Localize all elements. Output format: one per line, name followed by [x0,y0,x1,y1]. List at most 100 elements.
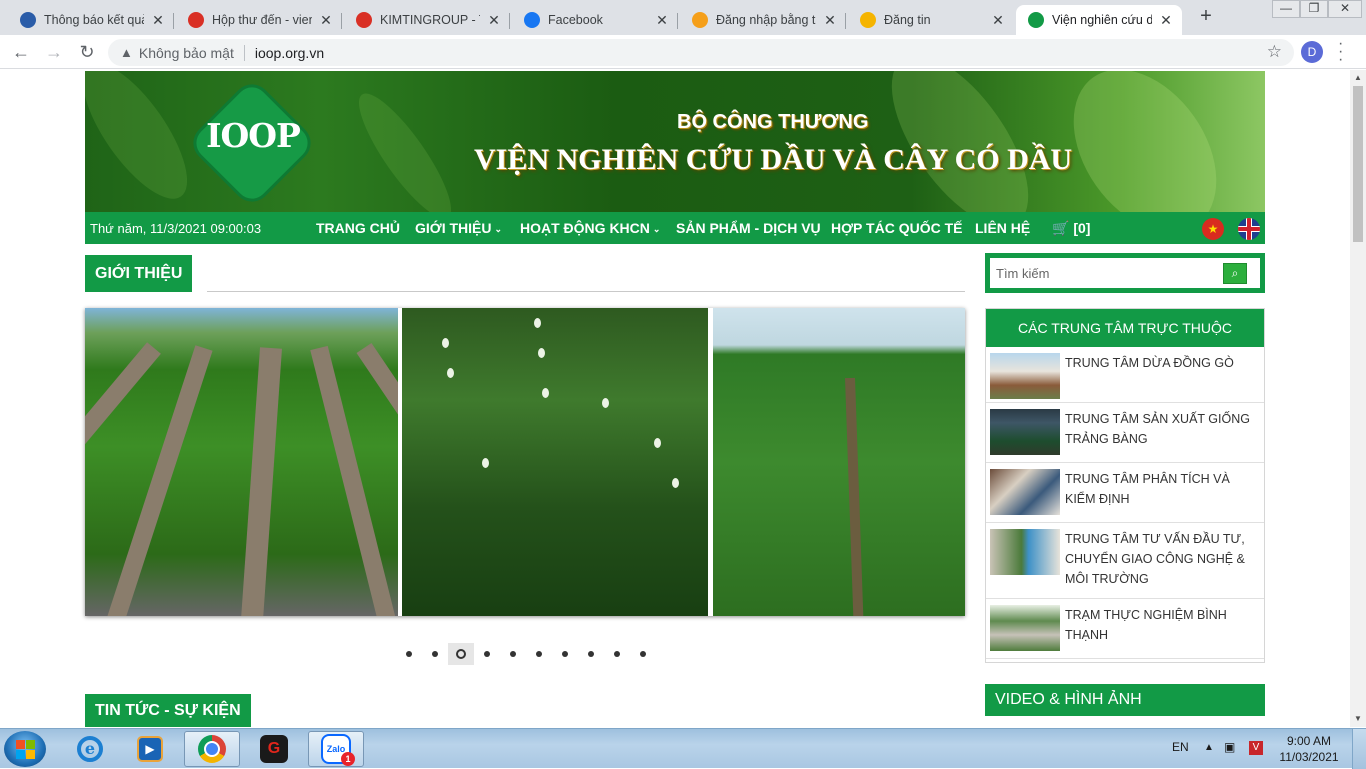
center-thumbnail[interactable] [990,529,1060,575]
tray-expand-icon[interactable]: ▲ [1204,742,1214,753]
center-thumbnail[interactable] [990,353,1060,399]
slider-dot[interactable] [630,643,656,665]
slider-dot[interactable] [396,643,422,665]
forward-arrow-icon[interactable]: → [42,41,66,63]
nav-item-science-activities[interactable]: HOẠT ĐỘNG KHCN ⌄ [520,220,660,236]
windows-logo-piece [16,750,25,759]
browser-tab[interactable]: Hộp thư đến - vienc ✕ [176,5,342,35]
center-link[interactable]: TRUNG TÂM DỪA ĐỒNG GÒ [1065,353,1255,373]
url-text[interactable]: ioop.org.vn [255,45,324,61]
center-item[interactable]: TRUNG TÂM PHÂN TÍCH VÀ KIỂM ĐỊNH [986,463,1264,523]
slider-dot[interactable] [526,643,552,665]
nav-item-home[interactable]: TRANG CHỦ [316,220,400,236]
browser-tab-title: Viện nghiên cứu dầ [1052,13,1152,27]
security-label[interactable]: Không bảo mật [139,45,234,61]
center-thumbnail[interactable] [990,469,1060,515]
reload-icon[interactable]: ↻ [75,41,99,63]
search-input[interactable] [990,258,1220,288]
center-link[interactable]: TRUNG TÂM SẢN XUẤT GIỐNG TRẢNG BÀNG [1065,409,1255,449]
field-path [845,377,867,616]
center-item[interactable]: TRUNG TÂM TƯ VẤN ĐẦU TƯ, CHUYỂN GIAO CÔN… [986,523,1264,599]
profile-avatar[interactable]: D [1301,41,1323,63]
center-item[interactable]: TRẠM THỰC NGHIỆM BÌNH THẠNH [986,599,1264,659]
banner-leaf-decoration [865,71,1055,212]
close-tab-icon[interactable]: ✕ [1158,12,1174,29]
clock-date: 11/03/2021 [1279,750,1339,764]
nav-item-international-cooperation[interactable]: HỢP TÁC QUỐC TẾ [831,220,962,236]
tot-icon [860,12,876,28]
browser-tab[interactable]: Viện nghiên cứu dầ ✕ [1016,5,1182,35]
field-path [236,347,282,616]
browser-menu-icon[interactable]: · · · [1338,36,1348,68]
slider-pagination [396,643,656,665]
close-tab-icon[interactable]: ✕ [318,12,334,29]
site-banner: IOOP BỘ CÔNG THƯƠNG VIỆN NGHIÊN CỨU DẦU … [85,71,1265,212]
slider-dot[interactable] [552,643,578,665]
browser-tab[interactable]: KIMTINGROUP - TH ✕ [344,5,510,35]
close-tab-icon[interactable]: ✕ [486,12,502,29]
restore-button[interactable]: ❐ [1300,0,1328,18]
antivirus-tray-icon[interactable]: V [1249,741,1263,755]
browser-tab[interactable]: Facebook ✕ [512,5,678,35]
browser-tab[interactable]: Đăng tin ✕ [848,5,1014,35]
browser-tab-title: Đăng tin [884,13,931,27]
search-icon[interactable]: ⌕ [1223,263,1247,284]
show-desktop-button[interactable] [1352,729,1366,769]
taskbar-media-player[interactable]: ▶ [122,731,178,767]
network-icon[interactable]: ▣ [1224,740,1235,754]
bookmark-star-icon[interactable]: ☆ [1267,42,1282,62]
image-slider[interactable] [85,308,965,616]
nav-item-label: HOẠT ĐỘNG KHCN [520,220,650,236]
slider-dot[interactable] [422,643,448,665]
warning-triangle-icon[interactable]: ▲ [120,45,133,60]
slider-dot[interactable] [578,643,604,665]
slider-dot[interactable] [448,643,474,665]
cart-link[interactable]: 🛒 [0] [1052,220,1090,237]
page-scrollbar[interactable]: ▲ ▼ [1350,70,1366,727]
new-tab-button[interactable]: + [1195,6,1217,28]
center-item[interactable]: TRUNG TÂM DỪA ĐỒNG GÒ [986,347,1264,403]
nav-item-about[interactable]: GIỚI THIỆU ⌄ [415,220,502,236]
intro-heading-label: GIỚI THIỆU [95,264,183,282]
scrollbar-thumb[interactable] [1353,86,1363,242]
slider-dot[interactable] [500,643,526,665]
back-arrow-icon[interactable]: ← [9,41,33,63]
nav-item-products-services[interactable]: SẢN PHẨM - DỊCH VỤ [676,220,821,236]
browser-tab[interactable]: Đăng nhập bằng tà ✕ [680,5,846,35]
site-logo-text[interactable]: IOOP [193,116,313,155]
browser-tab-title: KIMTINGROUP - TH [380,13,480,27]
chevron-down-icon: ⌄ [652,224,661,234]
intro-heading: GIỚI THIỆU [85,255,193,292]
english-flag-icon[interactable] [1238,218,1260,240]
center-thumbnail[interactable] [990,605,1060,651]
taskbar-garena[interactable]: G [246,731,302,767]
minimize-button[interactable]: — [1272,0,1300,18]
scroll-down-icon[interactable]: ▼ [1350,711,1366,727]
close-tab-icon[interactable]: ✕ [822,12,838,29]
center-link[interactable]: TRUNG TÂM TƯ VẤN ĐẦU TƯ, CHUYỂN GIAO CÔN… [1065,529,1255,589]
slider-dot-marker [588,651,594,657]
system-clock[interactable]: 9:00 AM 11/03/2021 [1270,733,1348,765]
cart-icon: 🛒 [1052,220,1070,236]
slider-dot[interactable] [474,643,500,665]
address-bar[interactable]: ▲ Không bảo mật ioop.org.vn ☆ [108,39,1294,66]
start-button[interactable] [4,731,46,767]
taskbar-internet-explorer[interactable]: e [62,731,118,767]
scroll-up-icon[interactable]: ▲ [1350,70,1366,86]
close-tab-icon[interactable]: ✕ [654,12,670,29]
language-indicator[interactable]: EN [1172,740,1189,754]
nav-item-label: HỢP TÁC QUỐC TẾ [831,220,963,236]
taskbar-zalo[interactable]: Zalo 1 [308,731,364,767]
vietnamese-flag-icon[interactable]: ★ [1202,218,1224,240]
slider-dot[interactable] [604,643,630,665]
browser-tab[interactable]: Thông báo kết quả ✕ [8,5,174,35]
close-tab-icon[interactable]: ✕ [990,12,1006,29]
taskbar-chrome[interactable] [184,731,240,767]
center-link[interactable]: TRUNG TÂM PHÂN TÍCH VÀ KIỂM ĐỊNH [1065,469,1255,509]
close-tab-icon[interactable]: ✕ [150,12,166,29]
close-window-button[interactable]: ✕ [1328,0,1362,18]
center-link[interactable]: TRẠM THỰC NGHIỆM BÌNH THẠNH [1065,605,1255,645]
nav-item-contact[interactable]: LIÊN HỆ [975,220,1030,236]
center-item[interactable]: TRUNG TÂM SẢN XUẤT GIỐNG TRẢNG BÀNG [986,403,1264,463]
center-thumbnail[interactable] [990,409,1060,455]
